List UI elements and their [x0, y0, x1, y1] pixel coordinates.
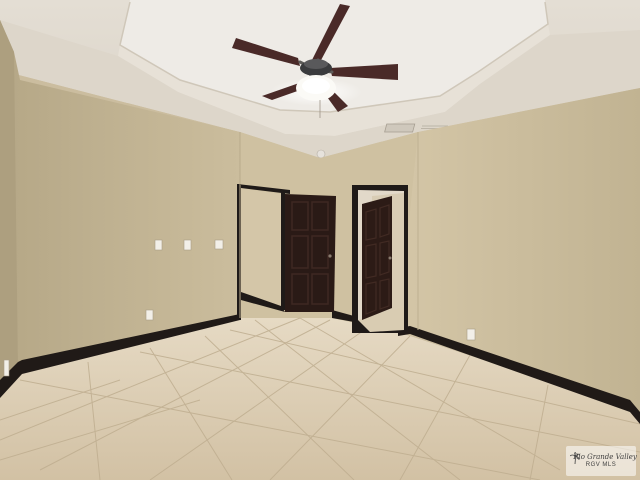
smoke-detector	[316, 149, 326, 159]
light-switch[interactable]	[183, 239, 192, 251]
power-outlet	[466, 328, 476, 341]
light-switch[interactable]	[214, 239, 224, 250]
room-photo	[0, 0, 640, 480]
door-handle[interactable]	[328, 254, 332, 258]
door-handle[interactable]	[388, 256, 392, 260]
right-doorway[interactable]	[352, 185, 408, 333]
power-outlet	[3, 359, 10, 377]
watermark-sub: RGV MLS	[585, 462, 617, 468]
left-doorway[interactable]	[237, 184, 336, 320]
palm-tree-icon	[570, 452, 580, 464]
light-switch[interactable]	[154, 239, 163, 251]
listing-watermark: Rio Grande Valley RGV MLS	[566, 446, 637, 476]
ac-vent	[384, 123, 416, 133]
power-outlet	[145, 309, 154, 321]
